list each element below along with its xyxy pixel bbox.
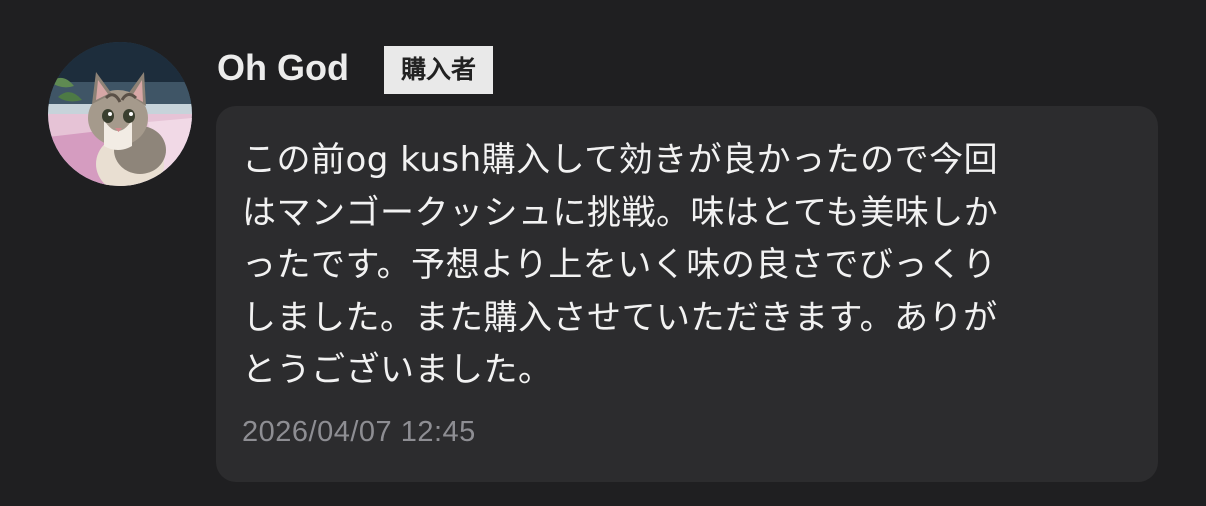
- comment-text: この前og kush購入して効きが良かったので今回 はマンゴークッシュに挑戦。味…: [242, 134, 1142, 397]
- user-avatar[interactable]: [48, 42, 192, 186]
- timestamp: 2026/04/07 12:45: [242, 416, 476, 448]
- kitten-photo-icon: [48, 42, 192, 186]
- comment-line: この前og kush購入して効きが良かったので今回: [242, 140, 999, 180]
- comment-line: しました。また購入させていただきます。ありが: [242, 297, 998, 338]
- purchaser-badge: 購入者: [384, 46, 493, 94]
- username[interactable]: Oh God: [217, 46, 349, 90]
- comment-bubble: この前og kush購入して効きが良かったので今回 はマンゴークッシュに挑戦。味…: [216, 106, 1158, 482]
- comment-line: はマンゴークッシュに挑戦。味はとても美味しか: [242, 192, 999, 233]
- comment-line: ったです。予想より上をいく味の良さでびっくり: [242, 245, 997, 285]
- comment-line: とうございました。: [242, 350, 553, 390]
- review-card: Oh God 購入者 この前og kush購入して効きが良かったので今回 はマン…: [0, 0, 1206, 506]
